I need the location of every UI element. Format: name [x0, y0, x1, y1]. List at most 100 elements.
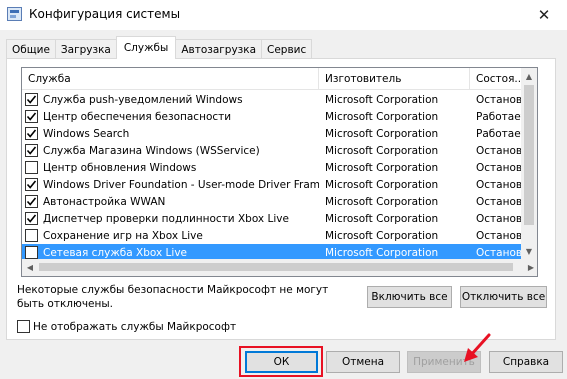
service-checkbox[interactable]	[25, 127, 38, 140]
service-row[interactable]: Сохранение игр на Xbox Live Microsoft Cor…	[22, 227, 522, 244]
service-status: Останов	[476, 161, 522, 174]
checkmark-icon	[26, 146, 37, 155]
service-name: Windows Driver Foundation - User-mode Dr…	[43, 178, 319, 191]
service-name-cell: Сетевая служба Xbox Live	[22, 246, 319, 259]
service-status: Работает	[476, 127, 522, 140]
checkmark-icon	[26, 214, 37, 223]
service-status: Останов	[476, 93, 522, 106]
checkmark-icon	[26, 95, 37, 104]
services-panel: Служба Изготовитель Состоя... Служба pus…	[6, 58, 556, 340]
service-checkbox[interactable]	[25, 110, 38, 123]
service-row[interactable]: Служба push-уведомлений Windows Microsoft…	[22, 91, 522, 108]
service-manufacturer: Microsoft Corporation	[325, 229, 439, 242]
checkmark-icon	[26, 129, 37, 138]
service-row[interactable]: Windows Search Microsoft Corporation Работ…	[22, 125, 522, 142]
service-checkbox[interactable]	[25, 195, 38, 208]
system-config-icon	[7, 7, 22, 21]
list-header: Служба Изготовитель Состоя...	[22, 68, 522, 90]
service-name: Windows Search	[43, 127, 130, 140]
tab-startup[interactable]: Автозагрузка	[175, 39, 263, 59]
service-manufacturer: Microsoft Corporation	[325, 93, 439, 106]
service-manufacturer: Microsoft Corporation	[325, 212, 439, 225]
scroll-up-icon[interactable]: ▲	[521, 68, 537, 85]
service-name: Сетевая служба Xbox Live	[43, 246, 188, 259]
checkmark-icon	[26, 180, 37, 189]
enable-all-button[interactable]: Включить все	[367, 286, 452, 308]
cancel-button[interactable]: Отмена	[326, 351, 400, 373]
service-name: Служба push-уведомлений Windows	[43, 93, 243, 106]
service-checkbox[interactable]	[25, 178, 38, 191]
service-name: Диспетчер проверки подлинности Xbox Live	[43, 212, 289, 225]
vertical-scroll-thumb[interactable]	[524, 85, 534, 225]
service-name-cell: Центр обновления Windows	[22, 161, 319, 174]
service-row[interactable]: Автонастройка WWAN Microsoft Corporation О…	[22, 193, 522, 210]
service-name: Центр обеспечения безопасности	[43, 110, 232, 123]
window-title: Конфигурация системы	[29, 7, 181, 21]
services-list[interactable]: Служба Изготовитель Состоя... Служба pus…	[21, 67, 538, 277]
service-manufacturer: Microsoft Corporation	[325, 161, 439, 174]
service-row[interactable]: Диспетчер проверки подлинности Xbox Live…	[22, 210, 522, 227]
service-status: Останов	[476, 144, 522, 157]
service-status: Останов	[476, 195, 522, 208]
vertical-scrollbar[interactable]: ▲ ▼	[521, 68, 537, 260]
column-header-manufacturer[interactable]: Изготовитель	[319, 68, 470, 90]
tab-boot[interactable]: Загрузка	[54, 39, 117, 59]
service-name-cell: Диспетчер проверки подлинности Xbox Live	[22, 212, 319, 225]
service-checkbox[interactable]	[25, 161, 38, 174]
service-name: Служба Магазина Windows (WSService)	[43, 144, 260, 157]
service-manufacturer: Microsoft Corporation	[325, 110, 439, 123]
horizontal-scrollbar[interactable]: ◀ ▶	[22, 259, 537, 276]
service-row[interactable]: Windows Driver Foundation - User-mode Dr…	[22, 176, 522, 193]
horizontal-scroll-thumb[interactable]	[39, 263, 513, 271]
title-bar: Конфигурация системы ✕	[0, 0, 567, 30]
column-header-status[interactable]: Состоя...	[470, 68, 522, 90]
service-checkbox[interactable]	[25, 229, 38, 242]
service-row[interactable]: Центр обновления Windows Microsoft Corpor…	[22, 159, 522, 176]
service-checkbox[interactable]	[25, 93, 38, 106]
service-name: Автонастройка WWAN	[43, 195, 166, 208]
hide-microsoft-label: Не отображать службы Майкрософт	[33, 320, 237, 333]
service-manufacturer: Microsoft Corporation	[325, 144, 439, 157]
tab-strip: Общие Загрузка Службы Автозагрузка Серви…	[6, 36, 313, 59]
service-name-cell: Windows Driver Foundation - User-mode Dr…	[22, 178, 319, 191]
hide-microsoft-services[interactable]: Не отображать службы Майкрософт	[17, 320, 236, 333]
service-rows: Служба push-уведомлений Windows Microsoft…	[22, 91, 522, 261]
column-header-service[interactable]: Служба	[22, 68, 319, 90]
close-button[interactable]: ✕	[521, 0, 567, 30]
tab-tools[interactable]: Сервис	[261, 39, 313, 59]
service-row[interactable]: Центр обеспечения безопасности Microsoft …	[22, 108, 522, 125]
service-status: Работает	[476, 110, 522, 123]
ok-button[interactable]: ОК	[245, 351, 318, 373]
tab-services[interactable]: Службы	[115, 36, 177, 59]
security-note: Некоторые службы безопасности Майкрософт…	[17, 284, 329, 310]
service-manufacturer: Microsoft Corporation	[325, 246, 439, 259]
scroll-left-icon[interactable]: ◀	[22, 259, 38, 276]
service-name-cell: Windows Search	[22, 127, 319, 140]
help-button[interactable]: Справка	[489, 351, 563, 373]
checkmark-icon	[26, 112, 37, 121]
service-name-cell: Центр обеспечения безопасности	[22, 110, 319, 123]
service-manufacturer: Microsoft Corporation	[325, 178, 439, 191]
service-manufacturer: Microsoft Corporation	[325, 127, 439, 140]
service-status: Останов	[476, 212, 522, 225]
service-status: Останов	[476, 229, 522, 242]
service-name: Центр обновления Windows	[43, 161, 197, 174]
service-name-cell: Служба Магазина Windows (WSService)	[22, 144, 319, 157]
service-row[interactable]: Служба Магазина Windows (WSService) Micro…	[22, 142, 522, 159]
tab-general[interactable]: Общие	[6, 39, 56, 59]
scroll-right-icon[interactable]: ▶	[523, 259, 537, 276]
service-name-cell: Сохранение игр на Xbox Live	[22, 229, 319, 242]
service-manufacturer: Microsoft Corporation	[325, 195, 439, 208]
disable-all-button[interactable]: Отключить все	[460, 286, 547, 308]
service-name: Сохранение игр на Xbox Live	[43, 229, 203, 242]
service-checkbox[interactable]	[25, 246, 38, 259]
checkmark-icon	[26, 197, 37, 206]
service-checkbox[interactable]	[25, 144, 38, 157]
service-status: Останов	[476, 178, 522, 191]
hide-microsoft-checkbox[interactable]	[17, 320, 30, 333]
service-status: Останов	[476, 246, 522, 259]
service-name-cell: Служба push-уведомлений Windows	[22, 93, 319, 106]
scroll-down-icon[interactable]: ▼	[521, 243, 537, 260]
pointer-arrow-icon	[464, 333, 491, 362]
service-checkbox[interactable]	[25, 212, 38, 225]
